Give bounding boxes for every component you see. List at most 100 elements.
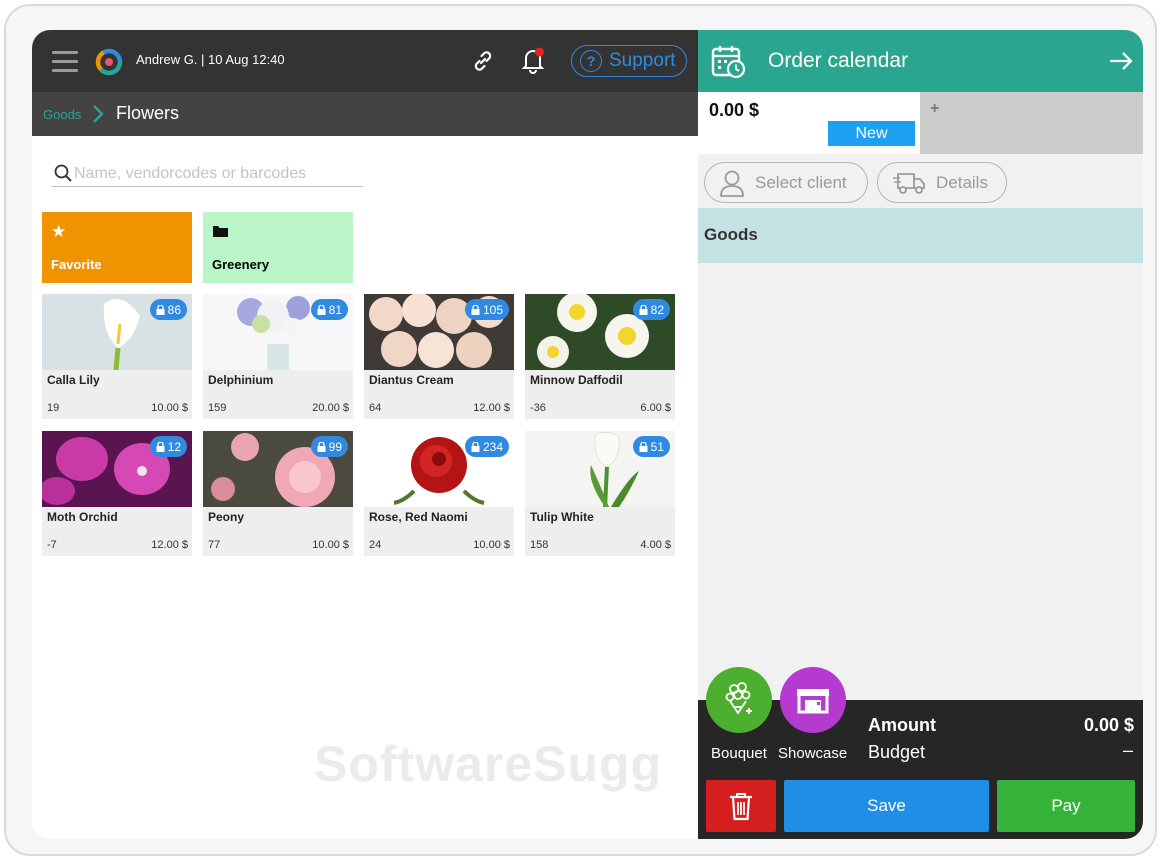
lock-icon xyxy=(317,441,326,452)
bouquet-label: Bouquet xyxy=(711,745,767,762)
order-total: 0.00 $ xyxy=(709,100,760,120)
amount-value: 0.00 $ xyxy=(1083,715,1134,735)
order-tab-current[interactable]: 0.00 $ New xyxy=(698,92,920,154)
badge-count: 234 xyxy=(482,439,503,454)
stock-badge: 86 xyxy=(149,299,187,320)
amount-label: Amount xyxy=(868,715,936,735)
order-calendar-title: Order calendar xyxy=(768,49,909,72)
budget-label: Budget xyxy=(868,742,926,762)
delivery-truck-icon xyxy=(893,172,925,194)
category-label: Greenery xyxy=(212,257,270,272)
pay-button[interactable]: Pay xyxy=(997,780,1135,832)
product-price: 6.00 $ xyxy=(640,402,671,414)
product-price: 4.00 $ xyxy=(640,539,671,551)
support-button[interactable]: ? Support xyxy=(571,45,687,77)
breadcrumb: Goods Flowers xyxy=(32,92,698,136)
calendar-clock-icon[interactable] xyxy=(710,43,746,79)
product-stock: 77 xyxy=(208,539,221,551)
product-name: Delphinium xyxy=(208,373,274,387)
product-stock: 159 xyxy=(208,402,227,414)
app-screen: Andrew G. | 10 Aug 12:40 ? Support Goods xyxy=(32,30,1143,839)
stock-badge: 105 xyxy=(464,299,509,320)
lock-icon xyxy=(156,441,165,452)
search-icon xyxy=(54,164,72,182)
select-client-button[interactable]: Select client xyxy=(704,162,868,203)
product-tile-peony[interactable]: 99 Peony 77 10.00 $ xyxy=(203,431,353,556)
folder-icon xyxy=(213,226,228,237)
plus-icon: + xyxy=(930,100,940,117)
select-client-label: Select client xyxy=(755,172,847,192)
product-stock: 24 xyxy=(369,539,382,551)
save-button[interactable]: Save xyxy=(784,780,989,832)
search-input[interactable] xyxy=(74,163,359,185)
arrow-right-icon[interactable] xyxy=(1108,50,1134,72)
product-price: 20.00 $ xyxy=(312,402,349,414)
stock-badge: 99 xyxy=(310,436,348,457)
product-name: Rose, Red Naomi xyxy=(369,510,468,524)
showcase-button[interactable] xyxy=(780,667,846,733)
bouquet-icon xyxy=(725,682,752,715)
top-bar: Andrew G. | 10 Aug 12:40 ? Support xyxy=(32,30,698,92)
delete-order-button[interactable] xyxy=(706,780,776,832)
tablet-frame: Andrew G. | 10 Aug 12:40 ? Support Goods xyxy=(4,4,1157,856)
order-panel: Order calendar 0.00 $ New + Select clien… xyxy=(698,30,1143,839)
product-name: Minnow Daffodil xyxy=(530,373,623,387)
user-icon xyxy=(720,170,744,197)
chevron-right-icon xyxy=(93,105,104,123)
stock-badge: 234 xyxy=(464,436,509,457)
add-order-tab[interactable]: + xyxy=(920,92,1143,154)
category-label: Favorite xyxy=(51,257,102,272)
lock-icon xyxy=(471,304,480,315)
badge-count: 82 xyxy=(650,302,664,317)
showcase-label: Showcase xyxy=(778,745,848,762)
stock-badge: 81 xyxy=(310,299,348,320)
bell-icon[interactable] xyxy=(520,46,546,74)
breadcrumb-root-goods[interactable]: Goods xyxy=(43,107,81,122)
order-header: Order calendar xyxy=(698,30,1143,92)
breadcrumb-current: Flowers xyxy=(116,103,180,123)
order-status-new[interactable]: New xyxy=(828,121,915,146)
link-icon[interactable] xyxy=(470,48,496,74)
product-tile-tulip-white[interactable]: 51 Tulip White 158 4.00 $ xyxy=(525,431,675,556)
badge-count: 86 xyxy=(167,302,181,317)
app-logo xyxy=(95,48,123,76)
product-name: Diantus Cream xyxy=(369,373,454,387)
product-tile-delphinium[interactable]: 81 Delphinium 159 20.00 $ xyxy=(203,294,353,419)
product-tile-moth-orchid[interactable]: 12 Moth Orchid -7 12.00 $ xyxy=(42,431,192,556)
product-tile-rose-red-naomi[interactable]: 234 Rose, Red Naomi 24 10.00 $ xyxy=(364,431,514,556)
goods-panel: Andrew G. | 10 Aug 12:40 ? Support Goods xyxy=(32,30,698,839)
stock-badge: 12 xyxy=(149,436,187,457)
category-greenery[interactable]: Greenery xyxy=(203,212,353,283)
lock-icon xyxy=(471,441,480,452)
badge-count: 105 xyxy=(482,302,503,317)
details-label: Details xyxy=(936,172,988,192)
product-stock: -36 xyxy=(530,402,546,414)
lock-icon xyxy=(317,304,326,315)
product-name: Moth Orchid xyxy=(47,510,118,524)
watermark: SoftwareSugg xyxy=(314,736,663,792)
product-tile-minnow-daffodil[interactable]: 82 Minnow Daffodil -36 6.00 $ xyxy=(525,294,675,419)
search-box xyxy=(52,161,363,187)
badge-count: 12 xyxy=(167,439,181,454)
product-price: 10.00 $ xyxy=(151,402,188,414)
lock-icon xyxy=(639,441,648,452)
stock-badge: 82 xyxy=(632,299,670,320)
product-tile-calla-lily[interactable]: 86 Calla Lily 19 10.00 $ xyxy=(42,294,192,419)
bouquet-button[interactable] xyxy=(706,667,772,733)
menu-icon[interactable] xyxy=(52,51,80,73)
product-tile-diantus-cream[interactable]: 105 Diantus Cream 64 12.00 $ xyxy=(364,294,514,419)
product-name: Calla Lily xyxy=(47,373,100,387)
goods-section-label: Goods xyxy=(704,225,758,244)
support-label: Support xyxy=(609,50,676,71)
badge-count: 51 xyxy=(650,439,664,454)
storefront-icon xyxy=(797,689,829,714)
details-button[interactable]: Details xyxy=(877,162,1007,203)
user-datetime: Andrew G. | 10 Aug 12:40 xyxy=(136,52,285,67)
star-icon: ★ xyxy=(51,222,67,241)
product-price: 10.00 $ xyxy=(473,539,510,551)
category-favorite[interactable]: ★ Favorite xyxy=(42,212,192,283)
product-price: 10.00 $ xyxy=(312,539,349,551)
goods-section-header: Goods xyxy=(698,208,1143,263)
product-stock: 64 xyxy=(369,402,382,414)
product-price: 12.00 $ xyxy=(473,402,510,414)
